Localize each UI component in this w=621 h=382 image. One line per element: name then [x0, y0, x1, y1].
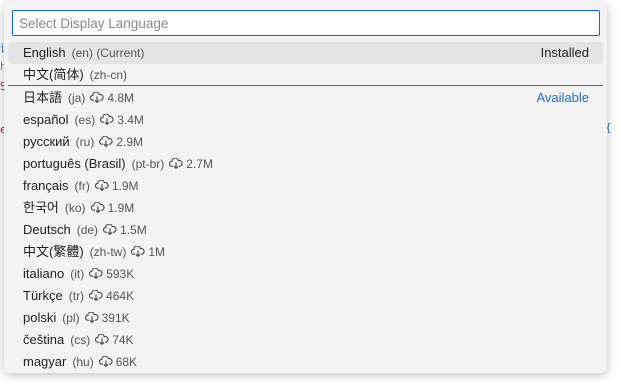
cloud-download-icon — [169, 154, 183, 169]
language-item-zh-tw[interactable]: 中文(繁體) (zh-tw) 1M — [8, 241, 603, 263]
language-name: français — [23, 178, 69, 193]
language-item-de[interactable]: Deutsch (de) 1.5M — [8, 219, 603, 241]
language-name: čeština — [23, 332, 65, 347]
cloud-download-icon — [98, 352, 113, 367]
search-box — [12, 10, 600, 36]
language-code: (ru) — [75, 135, 95, 149]
download-size: 1.5M — [120, 223, 147, 237]
download-size: 1M — [148, 245, 166, 259]
download-size: 74K — [112, 333, 134, 347]
download-size: 3.4M — [117, 113, 144, 127]
cloud-download-icon — [95, 330, 109, 345]
language-code: (zh-cn) — [89, 68, 128, 82]
available-languages: 日本語 (ja) 4.8M Available español (es) 3.4M ру… — [8, 87, 603, 373]
language-list: English (en) (Current) Installed 中文(简体) (z… — [8, 42, 603, 373]
language-code: (hu) — [72, 355, 94, 369]
language-code: (ko) — [64, 201, 86, 215]
language-item-zh-cn[interactable]: 中文(简体) (zh-cn) — [8, 64, 603, 86]
language-name: magyar — [23, 354, 67, 369]
language-code: (fr) — [74, 179, 90, 193]
language-name: English — [23, 45, 66, 60]
download-size: 464K — [106, 289, 135, 303]
installed-label: Installed — [540, 45, 589, 60]
language-item-ja[interactable]: 日本語 (ja) 4.8M Available — [8, 87, 603, 109]
language-name: Türkçe — [23, 288, 63, 303]
language-item-it[interactable]: italiano (it) 593K — [8, 263, 603, 285]
language-item-pl[interactable]: polski (pl) 391K — [8, 307, 603, 329]
language-name: русский — [23, 134, 70, 149]
download-size: 4.8M — [107, 91, 135, 105]
language-name: português (Brasil) — [23, 156, 126, 171]
language-name: italiano — [23, 266, 65, 281]
cloud-download-icon — [89, 286, 103, 301]
cloud-download-icon — [84, 308, 99, 323]
download-size: 68K — [115, 355, 138, 369]
cloud-download-icon — [89, 264, 103, 279]
cloud-download-icon — [99, 132, 113, 147]
language-search-input[interactable] — [12, 10, 600, 36]
language-name: 中文(简体) — [23, 67, 84, 82]
language-name: 中文(繁體) — [23, 244, 84, 259]
language-item-hu[interactable]: magyar (hu) 68K — [8, 351, 603, 373]
available-label: Available — [536, 90, 589, 105]
display-language-quick-pick: English (en) (Current) Installed 中文(简体) (z… — [4, 2, 607, 373]
language-item-es[interactable]: español (es) 3.4M — [8, 109, 603, 131]
language-name: Deutsch — [23, 222, 71, 237]
cloud-download-icon — [90, 198, 105, 213]
language-name: español — [23, 112, 69, 127]
cloud-download-icon — [103, 220, 117, 235]
language-code: (cs) — [70, 333, 91, 347]
language-item-ko[interactable]: 한국어 (ko) 1.9M — [8, 197, 603, 219]
language-code: (ja) — [68, 91, 86, 105]
language-code: (it) — [70, 267, 85, 281]
language-name: polski — [23, 310, 57, 325]
download-size: 2.9M — [116, 135, 144, 149]
cloud-download-icon — [94, 176, 109, 191]
cloud-download-icon — [131, 242, 145, 257]
language-item-fr[interactable]: français (fr) 1.9M — [8, 175, 603, 197]
cloud-download-icon — [90, 88, 104, 103]
download-size: 2.7M — [186, 157, 213, 171]
language-code: (zh-tw) — [89, 245, 127, 259]
language-code: (pl) — [62, 311, 80, 325]
language-code: (de) — [76, 223, 99, 237]
language-item-pt-br[interactable]: português (Brasil) (pt-br) 2.7M — [8, 153, 603, 175]
language-name: 日本語 — [23, 90, 63, 105]
language-code: (en) (Current) — [71, 46, 145, 60]
download-size: 1.9M — [107, 201, 135, 215]
language-item-cs[interactable]: čeština (cs) 74K — [8, 329, 603, 351]
language-item-tr[interactable]: Türkçe (tr) 464K — [8, 285, 603, 307]
language-item-ru[interactable]: русский (ru) 2.9M — [8, 131, 603, 153]
language-item-en[interactable]: English (en) (Current) Installed — [8, 42, 603, 64]
download-size: 391K — [101, 311, 130, 325]
download-size: 593K — [106, 267, 135, 281]
language-code: (pt-br) — [131, 157, 165, 171]
language-code: (es) — [74, 113, 96, 127]
language-name: 한국어 — [23, 200, 59, 215]
language-code: (tr) — [68, 289, 85, 303]
download-size: 1.9M — [111, 179, 139, 193]
cloud-download-icon — [100, 110, 114, 125]
